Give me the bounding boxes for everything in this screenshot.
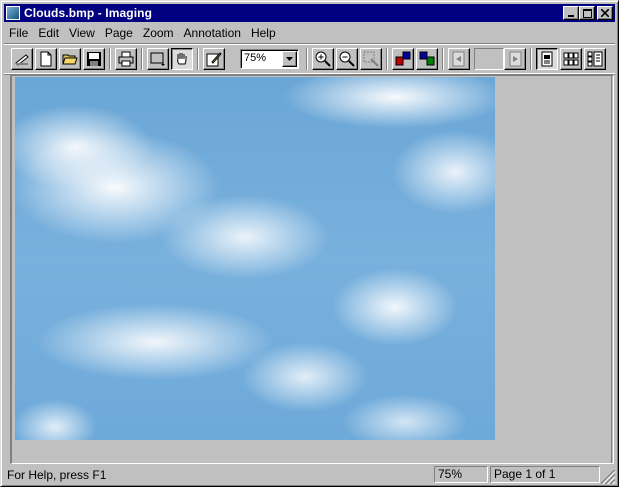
toolbar-separator [530, 48, 532, 70]
thumbnail-view-icon [563, 52, 579, 66]
toolbar-separator [306, 48, 308, 70]
one-page-view-button[interactable] [536, 48, 558, 70]
minimize-icon [568, 15, 574, 17]
zoom-out-icon [339, 51, 355, 67]
menu-view[interactable]: View [64, 26, 100, 40]
title-bar[interactable]: Clouds.bmp - Imaging [4, 4, 615, 22]
page-and-thumbnails-view-button[interactable] [584, 48, 606, 70]
menu-zoom[interactable]: Zoom [138, 26, 179, 40]
previous-page-icon [452, 51, 465, 67]
new-icon [40, 51, 52, 67]
annotation-toolbar-button[interactable] [203, 48, 225, 70]
print-button[interactable] [115, 48, 137, 70]
menu-bar: File Edit View Page Zoom Annotation Help [4, 23, 615, 42]
next-page-icon [509, 51, 522, 67]
page-number-field[interactable] [474, 48, 504, 70]
document-edge [611, 76, 613, 463]
select-rectangle-icon [150, 52, 165, 66]
save-icon [87, 52, 101, 66]
zoom-combo[interactable]: 75% [240, 49, 299, 69]
imaging-app-icon[interactable] [6, 6, 20, 20]
clouds-image[interactable] [15, 77, 495, 440]
zoom-to-selection-icon [363, 51, 379, 67]
annotation-toolbar-icon [206, 52, 222, 67]
zoom-value: 75% [244, 52, 267, 64]
toolbar-separator [197, 48, 199, 70]
zoom-in-button[interactable] [312, 48, 334, 70]
scan-button[interactable] [11, 48, 33, 70]
status-page: Page 1 of 1 [490, 466, 600, 483]
drag-button[interactable] [171, 48, 193, 70]
zoom-in-icon [315, 51, 331, 67]
menu-edit[interactable]: Edit [33, 26, 64, 40]
one-page-view-icon [541, 51, 553, 67]
status-zoom: 75% [434, 466, 488, 483]
menu-annotation[interactable]: Annotation [179, 26, 246, 40]
status-bar: For Help, press F1 75% Page 1 of 1 [4, 465, 615, 484]
new-button[interactable] [35, 48, 57, 70]
thumbnail-view-button[interactable] [560, 48, 582, 70]
rotate-right-button[interactable] [416, 48, 438, 70]
rotate-left-button[interactable] [392, 48, 414, 70]
menu-page[interactable]: Page [100, 26, 138, 40]
next-page-button[interactable] [504, 48, 526, 70]
open-button[interactable] [59, 48, 81, 70]
maximize-button[interactable] [579, 6, 595, 20]
scan-icon [15, 54, 29, 66]
resize-grip[interactable] [601, 470, 615, 484]
select-button[interactable] [147, 48, 169, 70]
zoom-out-button[interactable] [336, 48, 358, 70]
open-icon [62, 54, 78, 65]
toolbar-separator [141, 48, 143, 70]
save-button[interactable] [83, 48, 105, 70]
toolbar-separator [442, 48, 444, 70]
zoom-to-selection-button[interactable] [360, 48, 382, 70]
status-help-text: For Help, press F1 [7, 468, 107, 482]
close-button[interactable] [597, 6, 613, 20]
imaging-window: Clouds.bmp - Imaging File Edit View Page… [0, 0, 619, 487]
print-icon [118, 51, 134, 67]
toolbar-separator [386, 48, 388, 70]
page-and-thumbnails-view-icon [587, 51, 603, 67]
menu-help[interactable]: Help [246, 26, 281, 40]
window-title: Clouds.bmp - Imaging [24, 6, 152, 20]
menu-file[interactable]: File [4, 26, 33, 40]
toolbar-separator [109, 48, 111, 70]
rotate-left-icon [395, 51, 411, 66]
zoom-dropdown-button[interactable] [282, 51, 297, 67]
rotate-right-icon [419, 51, 435, 66]
previous-page-button[interactable] [448, 48, 470, 70]
toolbar: 75% [4, 43, 615, 74]
document-area[interactable] [10, 74, 614, 464]
chevron-down-icon [285, 56, 293, 61]
window-controls [563, 6, 613, 20]
close-icon [601, 9, 609, 17]
hand-drag-icon [177, 53, 187, 65]
maximize-icon [582, 8, 592, 18]
minimize-button[interactable] [563, 6, 579, 20]
